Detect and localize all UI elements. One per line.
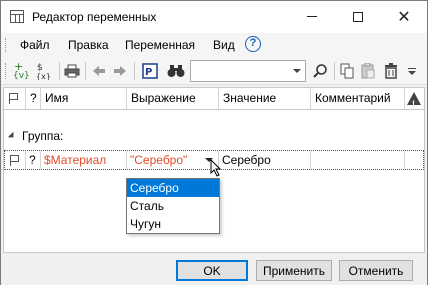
find-button[interactable]: [166, 61, 186, 81]
mouse-cursor-icon: [210, 159, 222, 177]
svg-text:+: +: [14, 62, 23, 73]
window-title: Редактор переменных: [32, 10, 157, 24]
header-question[interactable]: ?: [26, 88, 41, 109]
value-cell: Серебро: [219, 151, 311, 169]
menu-grip: [5, 38, 8, 52]
menu-view[interactable]: Вид: [213, 38, 235, 52]
maximize-icon: [353, 11, 363, 22]
chevron-down-icon: [408, 68, 416, 75]
collapse-arrow-icon[interactable]: [7, 131, 17, 141]
header-value[interactable]: Значение: [219, 88, 311, 109]
toolbar-overflow-button[interactable]: [405, 61, 419, 81]
chevron-down-icon: [293, 69, 301, 73]
printer-icon: [64, 64, 80, 78]
copy-button[interactable]: [338, 61, 356, 81]
header-comment[interactable]: Комментарий: [311, 88, 405, 109]
svg-text:P: P: [145, 67, 152, 78]
grid-header: ? Имя Выражение Значение Комментарий: [4, 88, 424, 110]
table-app-icon: [10, 10, 24, 23]
copy-icon: [340, 63, 354, 79]
undo-button[interactable]: [89, 61, 109, 81]
minimize-button[interactable]: [289, 1, 335, 32]
menu-file[interactable]: Файл: [20, 38, 50, 52]
search-button[interactable]: [310, 61, 330, 81]
flag-icon: [9, 93, 18, 105]
toolbar-separator: [334, 62, 335, 80]
print-button[interactable]: [62, 61, 82, 81]
group-row[interactable]: Группа:: [7, 128, 64, 144]
row-flag[interactable]: [5, 151, 26, 169]
undo-icon: [93, 66, 105, 76]
redo-icon: [114, 66, 126, 76]
group-label: Группа:: [22, 129, 64, 143]
dropdown-option-cast-iron[interactable]: Чугун: [127, 215, 219, 233]
add-variable-button[interactable]: {v} +: [12, 61, 34, 81]
menu-variable[interactable]: Переменная: [125, 38, 195, 52]
redo-button[interactable]: [110, 61, 130, 81]
flag-icon: [10, 155, 19, 167]
header-expression[interactable]: Выражение: [127, 88, 219, 109]
toolbar-separator: [85, 62, 86, 80]
header-name[interactable]: Имя: [41, 88, 127, 109]
paste-icon: [361, 63, 375, 79]
dropdown-option-silver[interactable]: Серебро: [127, 179, 219, 197]
toolbar: {v} + $ {x} P: [1, 57, 427, 85]
cancel-button[interactable]: Отменить: [339, 260, 413, 281]
paste-button[interactable]: [359, 61, 377, 81]
minimize-icon: [307, 16, 317, 17]
trash-icon: [385, 63, 397, 79]
variable-function-button[interactable]: $ {x}: [35, 61, 57, 81]
delete-button[interactable]: [382, 61, 400, 81]
ok-button[interactable]: OK: [176, 260, 248, 281]
dialog-footer: OK Применить Отменить: [1, 255, 427, 285]
title-bar: Редактор переменных ✕: [1, 1, 427, 33]
variable-function-icon: $ {x}: [36, 63, 51, 80]
add-variable-icon: {v} +: [13, 62, 30, 80]
search-combo[interactable]: [190, 60, 306, 82]
menu-edit[interactable]: Правка: [68, 38, 109, 52]
close-button[interactable]: ✕: [381, 1, 427, 32]
dropdown-option-steel[interactable]: Сталь: [127, 197, 219, 215]
properties-button[interactable]: P: [140, 61, 160, 81]
help-icon[interactable]: ?: [245, 36, 261, 52]
expression-value: "Серебро": [130, 153, 188, 167]
row-question: ?: [26, 151, 41, 169]
expression-dropdown-list: Серебро Сталь Чугун: [126, 178, 220, 234]
menu-bar: Файл Правка Переменная Вид ?: [1, 33, 427, 57]
variable-name-cell[interactable]: $Материал: [41, 151, 127, 169]
svg-text:{x}: {x}: [36, 72, 51, 80]
maximize-button[interactable]: [335, 1, 381, 32]
properties-icon: P: [142, 63, 158, 79]
close-icon: ✕: [397, 8, 411, 26]
warning-icon: [407, 92, 421, 109]
expression-cell[interactable]: "Серебро": [127, 151, 219, 169]
variable-editor-window: Редактор переменных ✕ Файл Правка Переме…: [0, 0, 428, 285]
comment-cell[interactable]: [311, 151, 405, 169]
toolbar-separator: [134, 62, 135, 80]
search-icon: [313, 64, 327, 78]
apply-button[interactable]: Применить: [256, 260, 332, 281]
toolbar-grip: [5, 63, 8, 79]
toolbar-separator: [59, 62, 60, 80]
header-warning[interactable]: [405, 88, 424, 109]
header-flag[interactable]: [4, 88, 26, 109]
binoculars-icon: [167, 65, 185, 77]
